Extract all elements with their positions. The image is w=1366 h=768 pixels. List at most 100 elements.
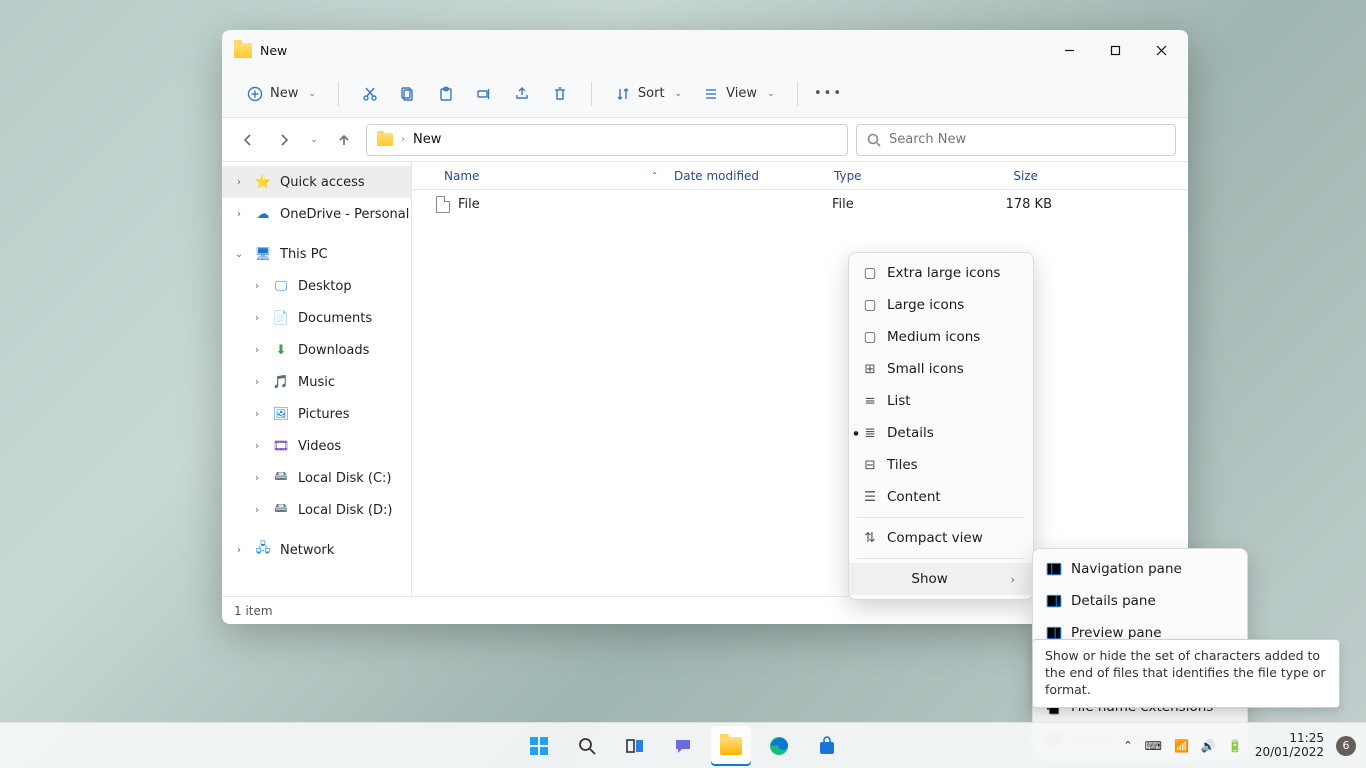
sidebar: › ⭐ Quick access › ☁ OneDrive - Personal… (222, 162, 412, 596)
grid-icon: ▢ (861, 297, 879, 313)
sidebar-item-videos[interactable]: ›🎞Videos (222, 430, 411, 462)
new-button[interactable]: New ⌄ (238, 78, 324, 110)
compact-icon: ⇅ (861, 530, 879, 546)
view-label: View (726, 86, 757, 101)
search-box[interactable] (856, 124, 1176, 156)
chevron-down-icon: ⌄ (308, 89, 316, 99)
chevron-down-icon: ⌄ (675, 89, 683, 99)
back-button[interactable] (234, 126, 262, 154)
rename-button[interactable] (467, 78, 501, 110)
menu-item-medium-icons[interactable]: ▢Medium icons (849, 321, 1033, 353)
grid-icon: ▢ (861, 265, 879, 281)
clock-time: 11:25 (1255, 732, 1324, 746)
menu-item-compact-view[interactable]: ⇅Compact view (849, 522, 1033, 554)
forward-button[interactable] (270, 126, 298, 154)
file-row[interactable]: File File 178 KB (412, 190, 1188, 218)
sidebar-item-d-drive[interactable]: ›🖴Local Disk (D:) (222, 494, 411, 526)
sidebar-item-label: Videos (298, 439, 341, 454)
sidebar-item-label: Network (280, 543, 334, 558)
taskbar-search[interactable] (567, 726, 607, 766)
keyboard-icon[interactable]: ⌨ (1145, 739, 1162, 753)
file-type: File (832, 197, 952, 212)
new-label: New (270, 86, 298, 101)
menu-item-content[interactable]: ☰Content (849, 481, 1033, 513)
taskbar-task-view[interactable] (615, 726, 655, 766)
disk-icon: 🖴 (272, 469, 290, 487)
desktop-icon: 🖵 (272, 277, 290, 295)
tray-overflow[interactable]: ⌃ (1123, 739, 1132, 752)
menu-item-small-icons[interactable]: ⊞Small icons (849, 353, 1033, 385)
sidebar-item-quick-access[interactable]: › ⭐ Quick access (222, 166, 411, 198)
cloud-icon: ☁ (254, 205, 272, 223)
file-name: File (458, 197, 480, 212)
paste-button[interactable] (429, 78, 463, 110)
column-headers: Name⌃ Date modified Type Size (412, 162, 1188, 190)
toolbar: New ⌄ Sort ⌄ View ⌄ ••• (222, 70, 1188, 118)
sidebar-item-label: Desktop (298, 279, 352, 294)
menu-item-tiles[interactable]: ⊟Tiles (849, 449, 1033, 481)
sidebar-item-onedrive[interactable]: › ☁ OneDrive - Personal (222, 198, 411, 230)
wifi-icon[interactable]: 📶 (1174, 739, 1189, 753)
share-button[interactable] (505, 78, 539, 110)
star-icon: ⭐ (254, 173, 272, 191)
taskbar-file-explorer[interactable] (711, 726, 751, 766)
volume-icon[interactable]: 🔊 (1201, 739, 1216, 753)
sort-label: Sort (638, 86, 665, 101)
sidebar-item-pictures[interactable]: ›🖼Pictures (222, 398, 411, 430)
sidebar-item-desktop[interactable]: ›🖵Desktop (222, 270, 411, 302)
recent-button[interactable]: ⌄ (306, 126, 322, 154)
content-icon: ☰ (861, 489, 879, 505)
taskbar-store[interactable] (807, 726, 847, 766)
menu-item-navigation-pane[interactable]: ✓Navigation pane (1033, 553, 1247, 585)
file-icon (436, 196, 450, 213)
menu-item-show[interactable]: Show› (849, 563, 1033, 595)
sidebar-item-music[interactable]: ›🎵Music (222, 366, 411, 398)
column-date[interactable]: Date modified (666, 169, 826, 183)
column-name[interactable]: Name⌃ (436, 169, 666, 183)
separator (797, 82, 798, 106)
grid-icon: ▢ (861, 329, 879, 345)
more-button[interactable]: ••• (812, 78, 846, 110)
search-input[interactable] (889, 132, 1165, 147)
chevron-right-icon: › (232, 209, 246, 220)
start-button[interactable] (519, 726, 559, 766)
system-tray: ⌃ ⌨ 📶 🔊 🔋 11:25 20/01/2022 6 (1123, 732, 1356, 760)
menu-item-large-icons[interactable]: ▢Large icons (849, 289, 1033, 321)
grid-icon: ⊞ (861, 361, 879, 377)
maximize-button[interactable] (1092, 30, 1138, 70)
sidebar-item-c-drive[interactable]: ›🖴Local Disk (C:) (222, 462, 411, 494)
tiles-icon: ⊟ (861, 457, 879, 473)
sidebar-item-downloads[interactable]: ›⬇Downloads (222, 334, 411, 366)
menu-item-list[interactable]: ≡List (849, 385, 1033, 417)
sidebar-item-network[interactable]: ›🖧Network (222, 534, 411, 566)
taskbar-clock[interactable]: 11:25 20/01/2022 (1255, 732, 1324, 760)
pictures-icon: 🖼 (272, 405, 290, 423)
notifications-badge[interactable]: 6 (1336, 736, 1356, 756)
address-bar[interactable]: › New (366, 124, 848, 156)
menu-item-extra-large-icons[interactable]: ▢Extra large icons (849, 257, 1033, 289)
navigation-row: ⌄ › New (222, 118, 1188, 162)
taskbar-edge[interactable] (759, 726, 799, 766)
close-button[interactable] (1138, 30, 1184, 70)
sort-indicator-icon: ⌃ (651, 171, 658, 180)
menu-item-details-pane[interactable]: Details pane (1033, 585, 1247, 617)
column-size[interactable]: Size (946, 169, 1046, 183)
delete-button[interactable] (543, 78, 577, 110)
copy-button[interactable] (391, 78, 425, 110)
view-button[interactable]: View ⌄ (694, 78, 782, 110)
menu-item-details[interactable]: ●≣Details (849, 417, 1033, 449)
music-icon: 🎵 (272, 373, 290, 391)
taskbar-chat[interactable] (663, 726, 703, 766)
videos-icon: 🎞 (272, 437, 290, 455)
sidebar-item-documents[interactable]: ›📄Documents (222, 302, 411, 334)
sort-button[interactable]: Sort ⌄ (606, 78, 690, 110)
sidebar-item-this-pc[interactable]: ⌄ 🖥 This PC (222, 238, 411, 270)
minimize-button[interactable] (1046, 30, 1092, 70)
sidebar-item-label: Local Disk (D:) (298, 503, 392, 518)
column-type[interactable]: Type (826, 169, 946, 183)
folder-icon (234, 43, 252, 58)
battery-icon[interactable]: 🔋 (1228, 739, 1243, 753)
breadcrumb[interactable]: New (413, 132, 441, 147)
cut-button[interactable] (353, 78, 387, 110)
up-button[interactable] (330, 126, 358, 154)
